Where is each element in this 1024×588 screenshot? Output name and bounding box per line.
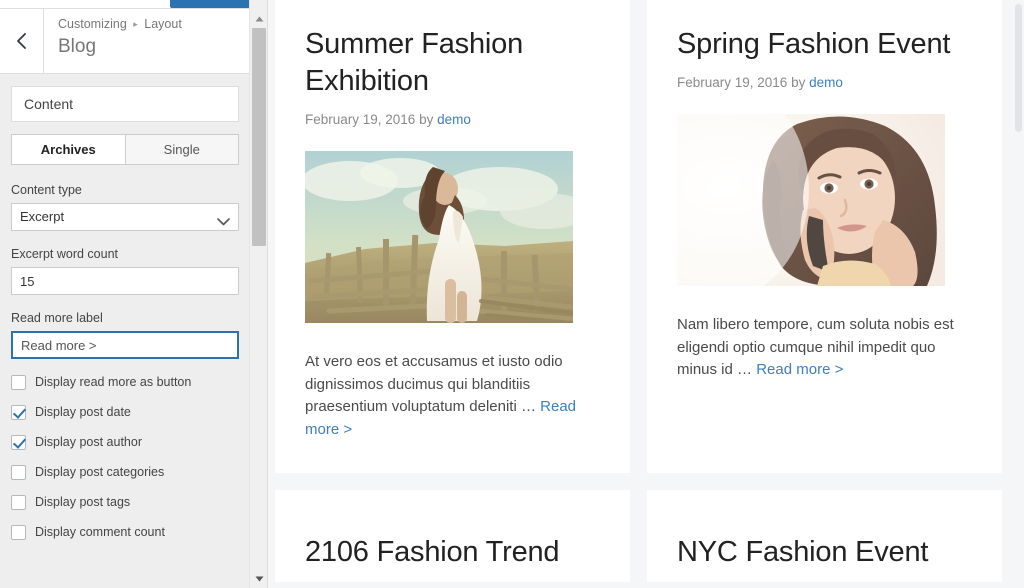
post-by-text: by: [419, 112, 434, 127]
post-thumbnail[interactable]: [305, 151, 573, 323]
post-date: February 19, 2016: [305, 112, 416, 127]
read-more-link[interactable]: Read more >: [756, 361, 843, 378]
checkbox-label: Display post author: [35, 435, 143, 449]
post-title[interactable]: 2106 Fashion Trend: [305, 534, 600, 571]
post-image-2: [677, 114, 945, 286]
post-card: 2106 Fashion Trend: [275, 490, 630, 582]
breadcrumb-current: Layout: [144, 17, 182, 31]
post-date: February 19, 2016: [677, 75, 788, 90]
checkbox-display-post-categories[interactable]: Display post categories: [11, 464, 239, 480]
checkbox-icon[interactable]: [11, 524, 26, 540]
checkbox-icon[interactable]: [11, 464, 26, 480]
content-type-label: Content type: [11, 183, 82, 197]
customizer-top-strip: [0, 0, 267, 9]
tab-single[interactable]: Single: [125, 135, 238, 164]
checkbox-label: Display comment count: [35, 525, 165, 539]
post-excerpt: At vero eos et accusamus et iusto odio d…: [305, 351, 600, 441]
content-type-select[interactable]: Excerpt: [11, 203, 239, 231]
page-title: Blog: [58, 36, 97, 58]
field-excerpt-word-count: Excerpt word count: [11, 246, 239, 295]
customizer-sidebar: Customizing ▸ Layout Blog Content Archiv…: [0, 0, 268, 588]
panel-title-wrap: Customizing ▸ Layout Blog: [44, 9, 250, 73]
checkbox-display-post-author[interactable]: Display post author: [11, 434, 239, 450]
breadcrumb-separator-icon: ▸: [133, 19, 138, 30]
post-by-text: by: [791, 75, 806, 90]
post-image-1: [305, 151, 573, 323]
checkbox-display-post-date[interactable]: Display post date: [11, 404, 239, 420]
customizer-screen: Customizing ▸ Layout Blog Content Archiv…: [0, 0, 1024, 588]
checkbox-label: Display post categories: [35, 465, 165, 479]
post-excerpt: Nam libero tempore, cum soluta nobis est…: [677, 314, 972, 382]
read-more-label-input[interactable]: [11, 331, 239, 359]
post-excerpt-text: At vero eos et accusamus et iusto odio d…: [305, 353, 563, 415]
checkbox-checked-icon[interactable]: [11, 404, 26, 420]
post-card: NYC Fashion Event: [647, 490, 1002, 582]
breadcrumb-root: Customizing: [58, 17, 127, 31]
post-meta: February 19, 2016 by demo: [305, 111, 600, 129]
field-read-more-label: Read more label: [11, 310, 239, 359]
excerpt-word-count-input[interactable]: [11, 267, 239, 295]
back-button[interactable]: [0, 9, 44, 73]
sidebar-scrollbar-thumb[interactable]: [252, 28, 266, 246]
post-title[interactable]: Summer Fashion Exhibition: [305, 26, 600, 100]
preview-scrollbar[interactable]: [1008, 0, 1024, 588]
sidebar-scrollbar[interactable]: [249, 0, 267, 588]
post-title[interactable]: NYC Fashion Event: [677, 534, 972, 571]
field-content-type: Content type Excerpt: [11, 182, 239, 231]
customizer-panel-header: Customizing ▸ Layout Blog: [0, 9, 250, 74]
read-more-label-label: Read more label: [11, 311, 103, 325]
post-meta: February 19, 2016 by demo: [677, 74, 972, 92]
checkbox-display-comment-count[interactable]: Display comment count: [11, 524, 239, 540]
customizer-controls: Content Archives Single Content type Exc…: [0, 75, 250, 588]
checkbox-icon[interactable]: [11, 494, 26, 510]
scroll-up-arrow-icon[interactable]: [250, 10, 267, 28]
archives-single-tabs: Archives Single: [11, 134, 239, 165]
breadcrumb: Customizing ▸ Layout: [58, 16, 250, 33]
section-content[interactable]: Content: [11, 86, 239, 122]
scroll-down-arrow-icon[interactable]: [250, 570, 267, 588]
post-thumbnail[interactable]: [677, 114, 945, 286]
checkbox-display-post-tags[interactable]: Display post tags: [11, 494, 239, 510]
save-publish-button[interactable]: [170, 0, 250, 8]
site-preview-pane: Summer Fashion Exhibition February 19, 2…: [268, 0, 1024, 588]
checkbox-label: Display post date: [35, 405, 131, 419]
tab-archives[interactable]: Archives: [12, 135, 126, 164]
blog-post-grid: Summer Fashion Exhibition February 19, 2…: [275, 0, 1017, 582]
post-title[interactable]: Spring Fashion Event: [677, 26, 972, 63]
post-card: Spring Fashion Event February 19, 2016 b…: [647, 0, 1002, 473]
post-author-link[interactable]: demo: [809, 75, 843, 90]
post-author-link[interactable]: demo: [437, 112, 471, 127]
excerpt-word-count-label: Excerpt word count: [11, 247, 118, 261]
checkbox-checked-icon[interactable]: [11, 434, 26, 450]
chevron-left-icon: [15, 32, 28, 50]
checkbox-display-read-more-as-button[interactable]: Display read more as button: [11, 374, 239, 390]
preview-scrollbar-thumb[interactable]: [1015, 4, 1022, 132]
checkbox-label: Display post tags: [35, 495, 131, 509]
checkbox-icon[interactable]: [11, 374, 26, 390]
post-card: Summer Fashion Exhibition February 19, 2…: [275, 0, 630, 473]
checkbox-label: Display read more as button: [35, 375, 192, 389]
